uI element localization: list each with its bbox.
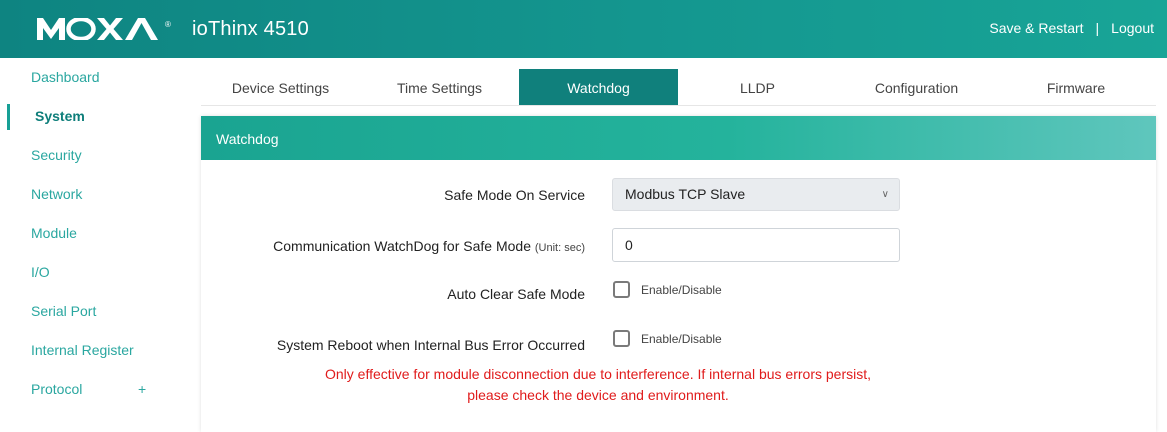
sidebar-item-label: Security [31, 147, 82, 163]
sidebar-item-security[interactable]: Security [0, 136, 186, 175]
sidebar-item-module[interactable]: Module [0, 214, 186, 253]
sidebar-item-protocol[interactable]: Protocol + [0, 370, 186, 409]
tab-watchdog[interactable]: Watchdog [519, 69, 678, 105]
sidebar-item-system[interactable]: System [0, 97, 186, 136]
reboot-toggle[interactable]: Enable/Disable [613, 330, 722, 347]
tab-time-settings[interactable]: Time Settings [360, 69, 519, 105]
product-name: ioThinx 4510 [192, 18, 309, 40]
header-actions: Save & Restart | Logout [989, 20, 1154, 36]
comm-watchdog-label: Communication WatchDog for Safe Mode (Un… [273, 238, 585, 254]
tab-lldp[interactable]: LLDP [678, 69, 837, 105]
sidebar: Dashboard System Security Network Module… [0, 58, 186, 432]
settings-tabs: Device Settings Time Settings Watchdog L… [201, 69, 1156, 106]
auto-clear-checkbox[interactable] [613, 281, 630, 298]
reboot-check-label: Enable/Disable [641, 331, 722, 346]
comm-watchdog-unit: (Unit: sec) [534, 242, 585, 254]
comm-watchdog-label-text: Communication WatchDog for Safe Mode [273, 238, 531, 254]
sidebar-item-dashboard[interactable]: Dashboard [0, 58, 186, 97]
header-separator: | [1095, 20, 1100, 36]
safe-mode-value: Modbus TCP Slave [625, 186, 746, 202]
expand-plus-icon[interactable]: + [138, 370, 146, 409]
logout-link[interactable]: Logout [1111, 20, 1154, 36]
warning-text-line-1: Only effective for module disconnection … [324, 366, 872, 382]
watchdog-panel: Watchdog Safe Mode On Service Modbus TCP… [201, 116, 1156, 432]
reboot-checkbox[interactable] [613, 330, 630, 347]
sidebar-item-io[interactable]: I/O [0, 253, 186, 292]
safe-mode-label: Safe Mode On Service [444, 187, 585, 203]
save-restart-link[interactable]: Save & Restart [989, 20, 1083, 36]
safe-mode-select[interactable]: Modbus TCP Slave ∨ [612, 178, 900, 211]
moxa-wordmark-icon [37, 18, 158, 40]
top-header: ® ioThinx 4510 Save & Restart | Logout [0, 0, 1167, 58]
auto-clear-label: Auto Clear Safe Mode [447, 286, 585, 302]
sidebar-item-network[interactable]: Network [0, 175, 186, 214]
tab-device-settings[interactable]: Device Settings [201, 69, 360, 105]
sidebar-item-label: Module [31, 225, 77, 241]
tab-configuration[interactable]: Configuration [837, 69, 996, 105]
sidebar-item-serial-port[interactable]: Serial Port [0, 292, 186, 331]
comm-watchdog-input[interactable]: 0 [612, 228, 900, 262]
reboot-label: System Reboot when Internal Bus Error Oc… [276, 337, 585, 353]
sidebar-item-label: Dashboard [31, 69, 100, 85]
sidebar-item-label: Network [31, 186, 83, 202]
warning-text-line-2: please check the device and environment. [467, 387, 729, 403]
chevron-down-icon: ∨ [881, 189, 889, 200]
brand-registered-mark: ® [165, 19, 171, 29]
sidebar-item-internal-register[interactable]: Internal Register [0, 331, 186, 370]
sidebar-item-label: Serial Port [31, 303, 97, 319]
sidebar-item-label: System [35, 108, 85, 124]
moxa-logo: ® [37, 12, 171, 46]
sidebar-item-label: Protocol [31, 381, 83, 397]
sidebar-item-label: Internal Register [31, 342, 134, 358]
tab-firmware[interactable]: Firmware [996, 69, 1156, 105]
sidebar-item-label: I/O [31, 264, 50, 280]
panel-title: Watchdog [201, 116, 1156, 160]
auto-clear-toggle[interactable]: Enable/Disable [613, 281, 722, 298]
auto-clear-check-label: Enable/Disable [641, 282, 722, 297]
